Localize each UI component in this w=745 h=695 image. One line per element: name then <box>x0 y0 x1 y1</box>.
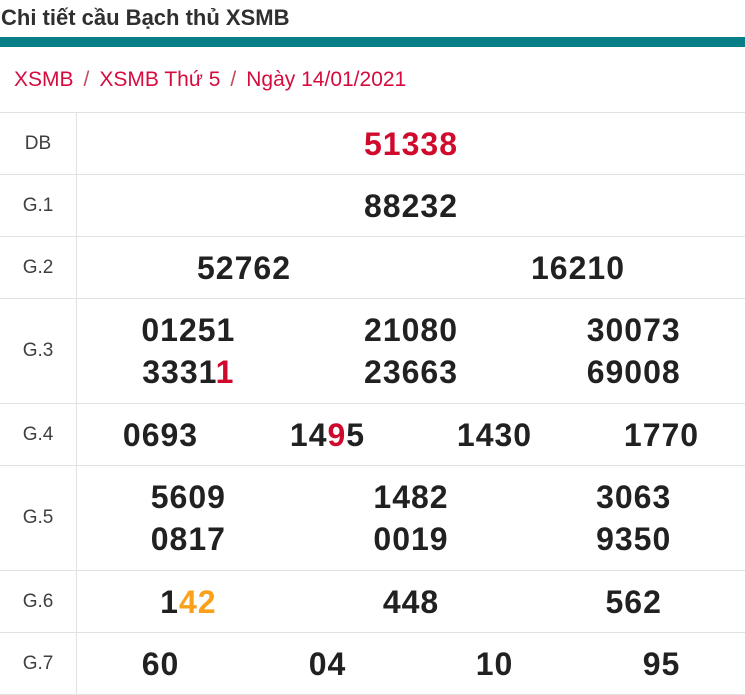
prize-column: 448 <box>300 571 523 632</box>
prize-column: 04 <box>244 633 411 694</box>
prize-row-g5: G.5560908171482001930639350 <box>0 466 745 571</box>
prize-number: 88232 <box>364 185 458 227</box>
prize-number: 562 <box>605 581 661 623</box>
prize-column: 1430 <box>411 404 578 465</box>
breadcrumb-item[interactable]: XSMB Thứ 5 <box>99 68 220 92</box>
prize-number: 5609 <box>151 476 226 518</box>
prize-number: 95 <box>643 643 681 685</box>
prize-number: 1770 <box>624 414 699 456</box>
breadcrumb-separator: / <box>84 68 90 92</box>
prize-column: 88232 <box>77 175 745 236</box>
prize-number: 51338 <box>364 123 458 165</box>
prize-number: 04 <box>309 643 347 685</box>
prize-label: G.4 <box>0 404 77 465</box>
prize-number: 0817 <box>151 518 226 560</box>
prize-column: 0125133311 <box>77 299 300 403</box>
prize-column: 10 <box>411 633 578 694</box>
prize-number: 21080 <box>364 309 458 351</box>
prize-number: 16210 <box>531 247 625 289</box>
prize-row-g1: G.1 88232 <box>0 175 745 237</box>
prize-number: 33311 <box>142 351 234 393</box>
prize-number: 60 <box>142 643 180 685</box>
prize-number: 10 <box>476 643 514 685</box>
prize-row-g4: G.4 0693 1495 1430 1770 <box>0 404 745 466</box>
breadcrumb-separator: / <box>230 68 236 92</box>
prize-label: G.1 <box>0 175 77 236</box>
prize-column: 95 <box>578 633 745 694</box>
prize-number: 3063 <box>596 476 671 518</box>
breadcrumb-item[interactable]: XSMB <box>14 68 74 92</box>
prize-row-g6: G.6 142 448 562 <box>0 571 745 633</box>
breadcrumb: XSMB / XSMB Thứ 5 / Ngày 14/01/2021 <box>0 47 745 112</box>
prize-label: G.2 <box>0 237 77 298</box>
prize-number: 01251 <box>141 309 235 351</box>
prize-column: 3007369008 <box>522 299 745 403</box>
prize-column: 14820019 <box>300 466 523 570</box>
prize-label: G.5 <box>0 466 77 570</box>
prize-row-g3: G.3012513331121080236633007369008 <box>0 299 745 404</box>
prize-column: 562 <box>522 571 745 632</box>
prize-number: 0019 <box>373 518 448 560</box>
prize-table: DB51338G.188232G.25276216210G.3012513331… <box>0 112 745 695</box>
prize-row-g2: G.2 52762 16210 <box>0 237 745 299</box>
prize-number: 52762 <box>197 247 291 289</box>
prize-number: 69008 <box>587 351 681 393</box>
breadcrumb-item[interactable]: Ngày 14/01/2021 <box>246 68 406 92</box>
prize-column: 60 <box>77 633 244 694</box>
prize-number: 448 <box>383 581 439 623</box>
prize-column: 142 <box>77 571 300 632</box>
prize-label: G.3 <box>0 299 77 403</box>
prize-label: G.6 <box>0 571 77 632</box>
prize-number: 23663 <box>364 351 458 393</box>
prize-column: 0693 <box>77 404 244 465</box>
prize-column: 1770 <box>578 404 745 465</box>
prize-label: DB <box>0 113 77 174</box>
prize-column: 16210 <box>411 237 745 298</box>
prize-number: 1482 <box>373 476 448 518</box>
prize-label: G.7 <box>0 633 77 694</box>
prize-row-db: DB 51338 <box>0 113 745 175</box>
prize-number: 1495 <box>290 414 365 456</box>
prize-number: 1430 <box>457 414 532 456</box>
prize-number: 30073 <box>587 309 681 351</box>
prize-column: 1495 <box>244 404 411 465</box>
prize-column: 2108023663 <box>300 299 523 403</box>
prize-column: 30639350 <box>522 466 745 570</box>
prize-number: 0693 <box>123 414 198 456</box>
prize-column: 51338 <box>77 113 745 174</box>
prize-column: 56090817 <box>77 466 300 570</box>
accent-divider-bar <box>0 37 745 47</box>
page-title: Chi tiết cầu Bạch thủ XSMB <box>0 0 745 37</box>
prize-column: 52762 <box>77 237 411 298</box>
prize-row-g7: G.7 60 04 10 95 <box>0 633 745 695</box>
prize-number: 9350 <box>596 518 671 560</box>
prize-number: 142 <box>160 581 216 623</box>
